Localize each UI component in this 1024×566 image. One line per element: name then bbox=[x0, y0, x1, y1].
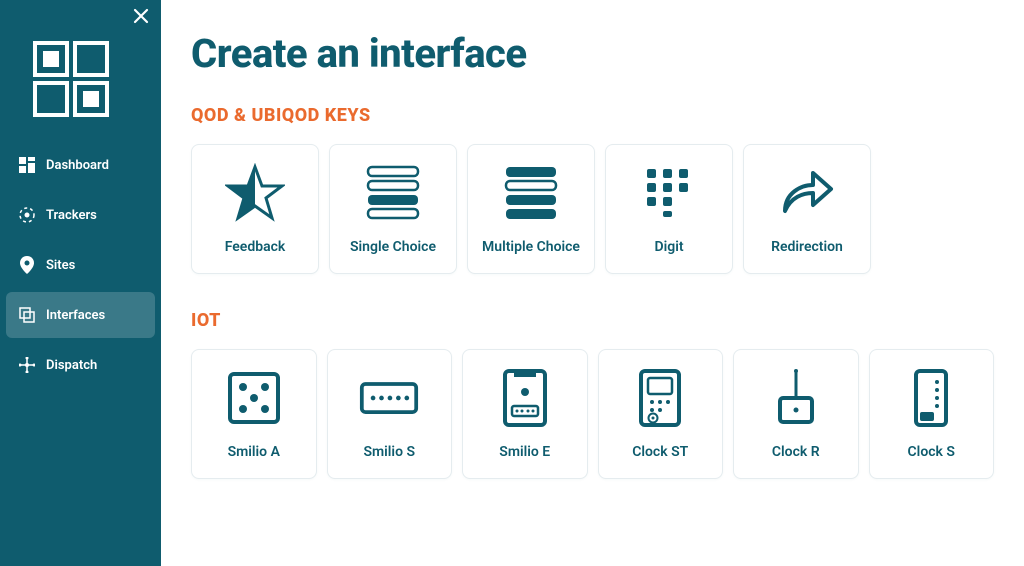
card-feedback[interactable]: Feedback bbox=[191, 144, 319, 274]
card-label: Smilio A bbox=[228, 444, 280, 460]
sites-icon bbox=[18, 256, 36, 274]
nav: Dashboard Trackers Sites Interfaces Disp… bbox=[0, 142, 161, 388]
sidebar-item-label: Dashboard bbox=[46, 158, 109, 173]
card-clock-s[interactable]: Clock S bbox=[869, 349, 995, 479]
clock-s-icon bbox=[901, 368, 961, 428]
multiple-choice-icon bbox=[501, 163, 561, 223]
card-label: Single Choice bbox=[350, 239, 436, 255]
sidebar-item-label: Interfaces bbox=[46, 308, 105, 323]
card-label: Digit bbox=[654, 239, 683, 255]
trackers-icon bbox=[18, 206, 36, 224]
card-multiple-choice[interactable]: Multiple Choice bbox=[467, 144, 595, 274]
card-label: Smilio E bbox=[499, 444, 550, 460]
sidebar-item-label: Sites bbox=[46, 258, 75, 273]
card-smilio-e[interactable]: Smilio E bbox=[462, 349, 588, 479]
close-icon[interactable] bbox=[133, 8, 149, 28]
digit-icon bbox=[639, 163, 699, 223]
card-row-keys: Feedback Single Choice bbox=[191, 144, 994, 274]
card-smilio-s[interactable]: Smilio S bbox=[327, 349, 453, 479]
card-label: Smilio S bbox=[363, 444, 415, 460]
dashboard-icon bbox=[18, 156, 36, 174]
card-label: Redirection bbox=[771, 239, 843, 255]
sidebar-item-dashboard[interactable]: Dashboard bbox=[6, 142, 155, 188]
card-label: Multiple Choice bbox=[482, 239, 580, 255]
page-title: Create an interface bbox=[191, 30, 994, 77]
clock-st-icon bbox=[630, 368, 690, 428]
card-digit[interactable]: Digit bbox=[605, 144, 733, 274]
sidebar-item-sites[interactable]: Sites bbox=[6, 242, 155, 288]
section-title-iot: IOT bbox=[191, 310, 994, 331]
smilio-a-icon bbox=[224, 368, 284, 428]
redirection-icon bbox=[777, 163, 837, 223]
card-clock-r[interactable]: Clock R bbox=[733, 349, 859, 479]
sidebar-item-interfaces[interactable]: Interfaces bbox=[6, 292, 155, 338]
interfaces-icon bbox=[18, 306, 36, 324]
sidebar-item-dispatch[interactable]: Dispatch bbox=[6, 342, 155, 388]
card-redirection[interactable]: Redirection bbox=[743, 144, 871, 274]
card-clock-st[interactable]: Clock ST bbox=[598, 349, 724, 479]
card-row-iot: Smilio A Smilio S bbox=[191, 349, 994, 479]
card-smilio-a[interactable]: Smilio A bbox=[191, 349, 317, 479]
star-icon bbox=[225, 163, 285, 223]
sidebar-item-label: Trackers bbox=[46, 208, 97, 223]
card-label: Clock ST bbox=[632, 444, 688, 460]
smilio-e-icon bbox=[495, 368, 555, 428]
main: Create an interface QOD & UBIQOD KEYS Fe… bbox=[161, 0, 1024, 566]
dispatch-icon bbox=[18, 356, 36, 374]
card-label: Clock S bbox=[908, 444, 955, 460]
sidebar: Dashboard Trackers Sites Interfaces Disp… bbox=[0, 0, 161, 566]
card-single-choice[interactable]: Single Choice bbox=[329, 144, 457, 274]
sidebar-item-trackers[interactable]: Trackers bbox=[6, 192, 155, 238]
card-label: Clock R bbox=[772, 444, 820, 460]
logo-icon bbox=[32, 40, 110, 118]
sidebar-item-label: Dispatch bbox=[46, 358, 97, 373]
smilio-s-icon bbox=[359, 368, 419, 428]
section-title-keys: QOD & UBIQOD KEYS bbox=[191, 105, 994, 126]
card-label: Feedback bbox=[225, 239, 286, 255]
single-choice-icon bbox=[363, 163, 423, 223]
clock-r-icon bbox=[766, 368, 826, 428]
